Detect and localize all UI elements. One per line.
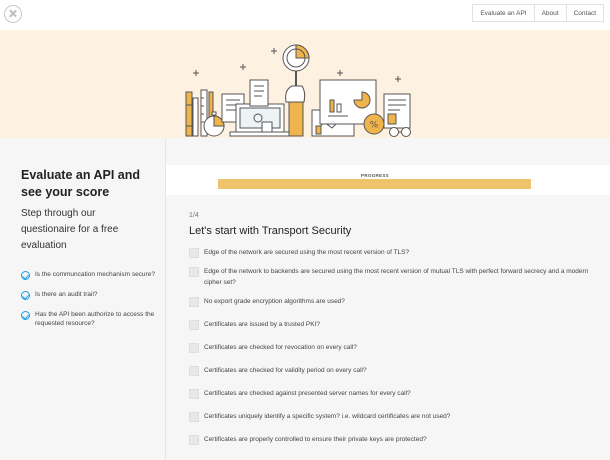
question-item[interactable]: Certificates are checked against present… <box>189 388 589 399</box>
question-checkbox[interactable] <box>189 320 199 330</box>
hero-illustration: $ % <box>185 44 411 137</box>
close-icon[interactable] <box>4 5 22 23</box>
nav-about[interactable]: About <box>533 5 566 21</box>
list-item-label: Is the communcation mechanism secure? <box>35 271 155 278</box>
laptop-icon <box>229 103 291 137</box>
main-content: Evaluate an API and see your score Step … <box>0 138 610 460</box>
check-circle-icon <box>21 311 30 320</box>
question-item[interactable]: Certificates are properly controlled to … <box>189 434 589 445</box>
question-checkbox[interactable] <box>189 267 199 277</box>
question-item[interactable]: Certificates uniquely identify a specifi… <box>189 411 589 422</box>
progress-bar-fill <box>218 179 531 189</box>
question-label: Edge of the network to backends are secu… <box>204 268 589 286</box>
scroll-icon <box>249 79 269 107</box>
question-label: Edge of the network are secured using th… <box>204 249 410 256</box>
svg-text:%: % <box>370 121 379 131</box>
check-circle-icon <box>21 291 30 300</box>
intro-panel: Evaluate an API and see your score Step … <box>0 138 166 460</box>
question-label: Certificates are checked for revocation … <box>204 344 357 351</box>
question-item[interactable]: Edge of the network are secured using th… <box>189 247 589 258</box>
progress-section: PROGRESS <box>166 165 610 195</box>
section-title: Let's start with Transport Security <box>189 225 352 237</box>
step-indicator: 1/4 <box>189 212 199 219</box>
list-item-label: Has the API been authorize to access the… <box>35 311 155 327</box>
page-subtitle: Step through our questionaire for a free… <box>21 208 119 251</box>
glasses-icon <box>389 127 411 137</box>
report-icon <box>383 93 411 129</box>
cube-icon <box>261 121 273 133</box>
question-checkbox[interactable] <box>189 297 199 307</box>
question-label: Certificates are checked for validity pe… <box>204 367 367 374</box>
feature-checklist: Is the communcation mechanism secure? Is… <box>21 270 161 338</box>
progress-bar <box>218 179 531 189</box>
question-checkbox[interactable] <box>189 412 199 422</box>
question-item[interactable]: No export grade encryption algorithms ar… <box>189 296 589 307</box>
question-label: Certificates are issued by a trusted PKI… <box>204 321 320 328</box>
list-item: Is there an audit trail? <box>21 290 161 300</box>
check-circle-icon <box>21 271 30 280</box>
question-checkbox[interactable] <box>189 389 199 399</box>
list-item: Has the API been authorize to access the… <box>21 310 161 328</box>
top-nav: Evaluate an API About Contact <box>472 4 604 22</box>
list-item: Is the communcation mechanism secure? <box>21 270 161 280</box>
percent-badge-icon: % <box>363 113 385 135</box>
question-item[interactable]: Certificates are issued by a trusted PKI… <box>189 319 589 330</box>
hero-banner: $ % <box>0 30 610 138</box>
hand-magnifier-icon <box>282 44 310 137</box>
question-label: Certificates are properly controlled to … <box>204 436 427 443</box>
top-bar: Evaluate an API About Contact <box>0 0 610 30</box>
question-label: Certificates uniquely identify a specifi… <box>204 413 451 420</box>
question-checkbox[interactable] <box>189 435 199 445</box>
question-item[interactable]: Certificates are checked for validity pe… <box>189 365 589 376</box>
question-item[interactable]: Certificates are checked for revocation … <box>189 342 589 353</box>
question-label: No export grade encryption algorithms ar… <box>204 298 345 305</box>
nav-contact[interactable]: Contact <box>565 5 603 21</box>
questionnaire-panel: PROGRESS 1/4 Let's start with Transport … <box>166 138 610 460</box>
question-item[interactable]: Edge of the network to backends are secu… <box>189 266 589 288</box>
list-item-label: Is there an audit trail? <box>35 291 98 298</box>
nav-evaluate-api[interactable]: Evaluate an API <box>473 5 533 21</box>
question-checkbox[interactable] <box>189 343 199 353</box>
question-label: Certificates are checked against present… <box>204 390 411 397</box>
books-icon <box>185 91 199 137</box>
progress-label: PROGRESS <box>361 173 389 178</box>
question-list: Edge of the network are secured using th… <box>189 247 589 445</box>
question-checkbox[interactable] <box>189 366 199 376</box>
question-checkbox[interactable] <box>189 248 199 258</box>
page-title: Evaluate an API and see your score <box>21 168 141 199</box>
